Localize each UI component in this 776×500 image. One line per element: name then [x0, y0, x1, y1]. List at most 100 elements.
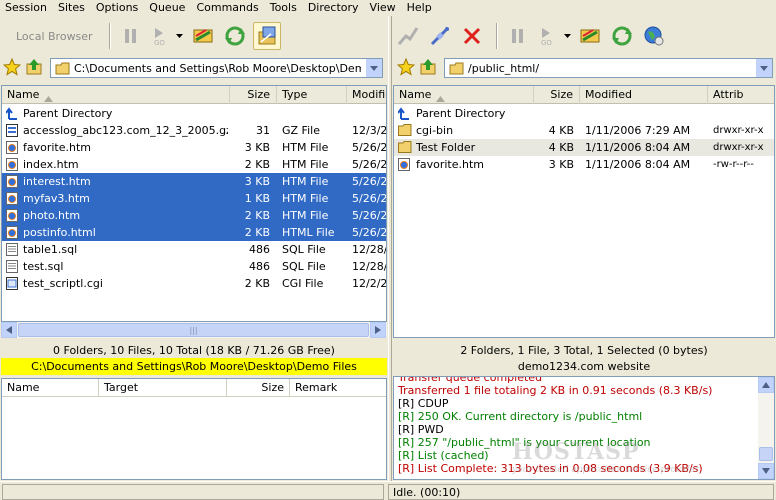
remote-path-bar: /public_html/: [392, 56, 776, 80]
local-path-combo[interactable]: C:\Documents and Settings\Rob Moore\Desk…: [50, 58, 383, 78]
file-modified: 12/3/2: [352, 124, 387, 137]
menu-item-directory[interactable]: Directory: [303, 0, 365, 16]
svg-text:GO: GO: [541, 39, 552, 46]
session-log[interactable]: Transfer queue completed Transferred 1 fi…: [393, 376, 775, 480]
column-header-name[interactable]: Name: [394, 86, 534, 104]
folder-icon: [449, 62, 465, 75]
local-file-list[interactable]: Name Size Type Modified Parent Directory…: [1, 85, 387, 322]
idle-status: Idle. (00:10): [388, 484, 774, 500]
file-name: interest.htm: [23, 175, 91, 188]
menu-item-tools[interactable]: Tools: [265, 0, 303, 16]
disconnect-icon[interactable]: [458, 22, 486, 50]
file-row[interactable]: Test Folder 4 KB 1/11/2006 8:04 AM drwxr-xr…: [394, 139, 774, 156]
pause-icon[interactable]: [504, 22, 532, 50]
file-size: [230, 105, 270, 122]
file-row[interactable]: cgi-bin 4 KB 1/11/2006 7:29 AM drwxr-xr-x: [394, 122, 774, 139]
file-name: cgi-bin: [416, 124, 454, 137]
scroll-down-arrow[interactable]: [758, 463, 774, 479]
file-type: HTM File: [282, 141, 329, 154]
remote-toolbar: GO: [392, 18, 776, 54]
scroll-up-arrow[interactable]: [758, 377, 774, 393]
sync-browse-icon[interactable]: [576, 22, 604, 50]
menu-item-commands[interactable]: Commands: [191, 0, 264, 16]
remote-site-status: demo1234.com website: [392, 358, 776, 375]
column-header-attrib[interactable]: Attrib: [708, 86, 774, 104]
quick-connect-icon[interactable]: [426, 22, 454, 50]
file-modified: [352, 105, 386, 122]
column-header-size[interactable]: Size: [534, 86, 580, 104]
file-row[interactable]: favorite.htm 3 KB HTM File 5/26/2: [2, 139, 386, 156]
pause-icon[interactable]: [117, 22, 145, 50]
chevron-down-icon[interactable]: [365, 59, 382, 77]
local-horizontal-scrollbar[interactable]: |||: [1, 322, 387, 338]
column-header-queue-target[interactable]: Target: [99, 379, 227, 397]
file-row[interactable]: accesslog_abc123.com_12_3_2005.gz 31 GZ Fi…: [2, 122, 386, 139]
refresh-icon[interactable]: [221, 22, 249, 50]
menu-item-sites[interactable]: Sites: [53, 0, 91, 16]
log-vertical-scrollbar[interactable]: [758, 377, 774, 479]
file-row[interactable]: index.htm 2 KB HTM File 5/26/2: [2, 156, 386, 173]
column-header-name[interactable]: Name: [2, 86, 230, 104]
transfer-icon[interactable]: GO: [149, 22, 171, 50]
chevron-down-icon[interactable]: [562, 22, 572, 50]
menu-item-options[interactable]: Options: [91, 0, 144, 16]
html-file-icon: [6, 192, 18, 205]
up-folder-icon[interactable]: [419, 58, 437, 76]
star-icon[interactable]: [2, 57, 22, 76]
file-row[interactable]: postinfo.html 2 KB HTML File 5/26/2: [2, 224, 386, 241]
column-header-queue-name[interactable]: Name: [2, 379, 99, 397]
file-row[interactable]: test.sql 486 SQL File 12/28/: [2, 258, 386, 275]
refresh-icon[interactable]: [608, 22, 636, 50]
sort-ascending-icon: [44, 92, 53, 105]
folder-icon: [55, 62, 71, 75]
file-row[interactable]: table1.sql 486 SQL File 12/28/: [2, 241, 386, 258]
column-header-size[interactable]: Size: [230, 86, 277, 104]
column-header-modified[interactable]: Modified: [347, 86, 386, 104]
file-modified: 5/26/2: [352, 141, 387, 154]
file-row[interactable]: photo.htm 2 KB HTM File 5/26/2: [2, 207, 386, 224]
explorer-icon[interactable]: [252, 22, 281, 50]
chevron-down-icon[interactable]: [755, 59, 772, 77]
sort-ascending-icon: [436, 92, 445, 105]
file-row[interactable]: interest.htm 3 KB HTM File 5/26/2: [2, 173, 386, 190]
column-header-queue-size[interactable]: Size: [227, 379, 290, 397]
file-row[interactable]: myfav3.htm 1 KB HTM File 5/26/2: [2, 190, 386, 207]
file-type: GZ File: [282, 124, 320, 137]
file-modified: 5/26/2: [352, 158, 387, 171]
remote-file-list[interactable]: Name Size Modified Attrib Parent Directo…: [393, 85, 775, 338]
file-modified: 12/2/2: [352, 277, 387, 290]
file-row[interactable]: Parent Directory: [394, 105, 774, 122]
remote-path-combo[interactable]: /public_html/: [444, 58, 773, 78]
scroll-thumb[interactable]: [759, 447, 773, 461]
file-modified: [585, 105, 707, 122]
file-modified: 5/26/2: [352, 226, 387, 239]
menu-item-queue[interactable]: Queue: [144, 0, 191, 16]
watermark-logo: HOSTASP: [512, 439, 640, 465]
transfer-icon[interactable]: GO: [536, 22, 558, 50]
status-cell-left: [2, 484, 384, 500]
file-row[interactable]: Parent Directory: [2, 105, 386, 122]
menu-item-help[interactable]: Help: [402, 0, 438, 16]
scroll-left-arrow[interactable]: [1, 322, 17, 338]
menu-item-view[interactable]: View: [365, 0, 402, 16]
column-header-queue-remark[interactable]: Remark: [290, 379, 386, 397]
local-status: 0 Folders, 10 Files, 10 Total (18 KB / 7…: [0, 342, 388, 359]
scroll-right-arrow[interactable]: [370, 322, 386, 338]
menu-item-session[interactable]: Session: [0, 0, 53, 16]
column-header-modified[interactable]: Modified: [580, 86, 708, 104]
up-folder-icon[interactable]: [25, 58, 43, 76]
file-name: test.sql: [23, 260, 64, 273]
queue-list[interactable]: Name Target Size Remark: [1, 378, 387, 480]
globe-icon[interactable]: [640, 22, 668, 50]
file-row[interactable]: test_scriptl.cgi 2 KB CGI File 12/2/2: [2, 275, 386, 292]
column-header-type[interactable]: Type: [277, 86, 347, 104]
sync-browse-icon[interactable]: [189, 22, 217, 50]
star-icon[interactable]: [396, 57, 416, 76]
chevron-down-icon[interactable]: [175, 22, 185, 50]
scroll-thumb[interactable]: |||: [18, 323, 369, 337]
remote-pane: GO /public_html/ Name Size Modified Attr…: [392, 16, 776, 481]
file-row[interactable]: favorite.htm 3 KB 1/11/2006 8:04 AM -rw-r--…: [394, 156, 774, 173]
archive-file-icon: [6, 124, 18, 137]
local-browser-button[interactable]: Local Browser: [6, 23, 103, 49]
connect-icon[interactable]: [394, 22, 422, 50]
